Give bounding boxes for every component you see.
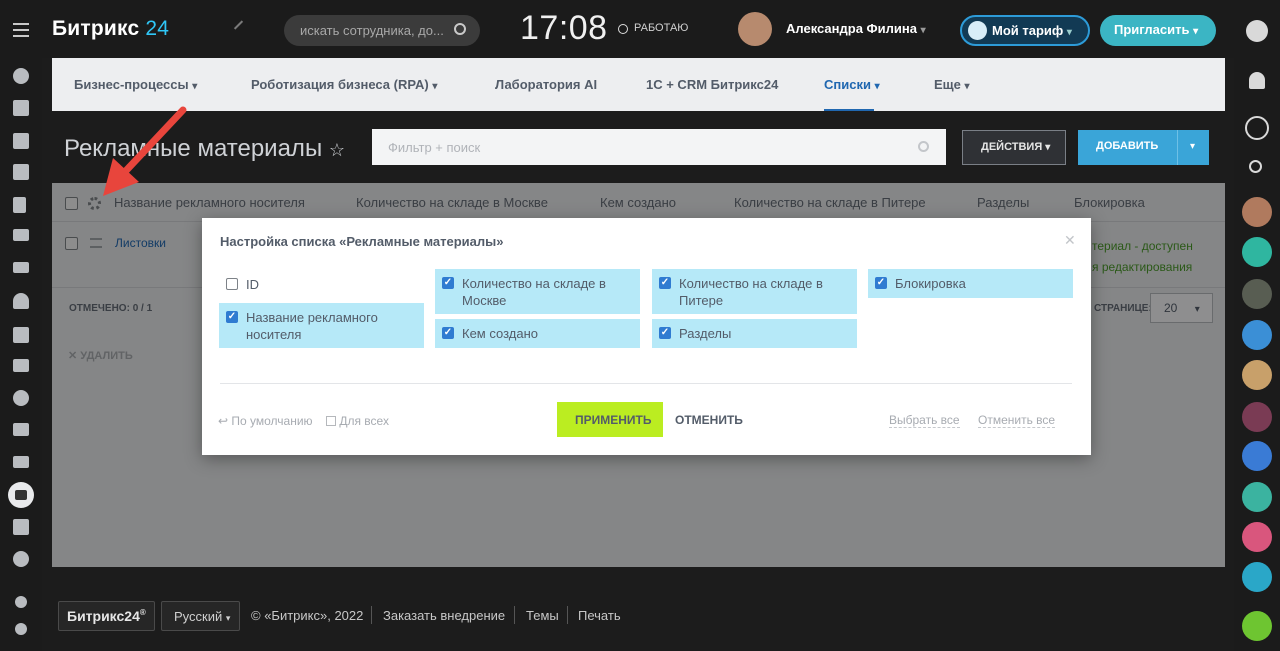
settings-gear-icon[interactable] [15, 623, 27, 635]
drive-icon[interactable] [13, 229, 29, 241]
menu-icon[interactable] [13, 23, 29, 37]
rocket-icon [968, 21, 987, 40]
column-option-created-by[interactable]: ✓ Кем создано [435, 319, 640, 348]
mail-icon[interactable] [13, 262, 29, 273]
robot-icon[interactable] [8, 482, 34, 508]
footer-separator [371, 606, 372, 624]
filter-funnel-icon[interactable] [13, 359, 29, 372]
cancel-button[interactable]: ОТМЕНИТЬ [675, 413, 743, 427]
column-option-moscow-stock[interactable]: ✓ Количество на складе в Москве [435, 269, 640, 314]
deselect-all-link[interactable]: Отменить все [978, 413, 1056, 428]
group-chat-avatar[interactable] [1242, 441, 1272, 471]
add-dropdown-icon[interactable]: ▾ [1177, 130, 1209, 165]
messenger-icon[interactable] [1245, 116, 1269, 140]
call-contact-avatar[interactable] [1242, 320, 1272, 350]
feed-icon[interactable] [13, 68, 29, 84]
option-checkbox[interactable]: ✓ [226, 311, 238, 323]
user-avatar[interactable] [738, 12, 772, 46]
dialog-divider [220, 383, 1072, 384]
contact-avatar[interactable] [1242, 237, 1272, 267]
box-icon[interactable] [13, 519, 29, 535]
header-search-input[interactable]: искать сотрудника, до... [284, 15, 480, 46]
option-checkbox[interactable]: ✓ [659, 277, 671, 289]
actions-button[interactable]: ДЕЙСТВИЯ ▾ [962, 130, 1066, 165]
language-select[interactable]: Русский ▾ [161, 601, 240, 631]
column-option-sections[interactable]: ✓ Разделы [652, 319, 857, 348]
footer-separator [567, 606, 568, 624]
top-navigation: Бизнес-процессы ▾ Роботизация бизнеса (R… [52, 58, 1225, 111]
column-option-name[interactable]: ✓ Название рекламного носителя [219, 303, 424, 348]
reset-default-link[interactable]: ↩ По умолчанию [218, 414, 313, 428]
contact-avatar[interactable] [1242, 279, 1272, 309]
order-implementation-link[interactable]: Заказать внедрение [383, 608, 505, 623]
themes-link[interactable]: Темы [526, 608, 559, 623]
work-status-icon [618, 24, 628, 34]
select-all-link[interactable]: Выбрать все [889, 413, 960, 428]
favorite-star-icon[interactable]: ☆ [329, 140, 345, 160]
contact-avatar[interactable] [1242, 402, 1272, 432]
documents-icon[interactable] [13, 197, 26, 213]
work-status[interactable]: РАБОТАЮ [634, 22, 688, 34]
nav-ai-lab[interactable]: Лаборатория AI [495, 77, 597, 92]
option-checkbox[interactable]: ✓ [442, 277, 454, 289]
more-chevron-icon[interactable] [13, 551, 29, 567]
nav-lists[interactable]: Списки ▾ [824, 77, 880, 92]
cart-icon[interactable] [13, 423, 29, 436]
employees-icon[interactable] [13, 293, 29, 309]
contact-avatar[interactable] [1242, 562, 1272, 592]
target-icon[interactable] [13, 390, 29, 406]
search-icon[interactable] [454, 23, 466, 35]
column-option-id[interactable]: ID [219, 270, 424, 299]
nav-rpa[interactable]: Роботизация бизнеса (RPA) ▾ [251, 77, 437, 92]
filter-search-icon[interactable] [918, 141, 929, 152]
copyright: © «Битрикс», 2022 [251, 608, 364, 623]
filter-search-input[interactable]: Фильтр + поиск [372, 129, 946, 165]
nav-1c-crm[interactable]: 1С + CRM Битрикс24 [646, 77, 778, 92]
apply-button[interactable]: ПРИМЕНИТЬ [557, 402, 663, 437]
option-checkbox[interactable]: ✓ [875, 277, 887, 289]
notifications-bell-icon[interactable] [1249, 72, 1265, 89]
phone-call-icon[interactable] [1242, 611, 1272, 641]
right-search-icon[interactable] [1249, 160, 1262, 173]
app-logo[interactable]: Битрикс 24 [52, 17, 169, 41]
checklist-icon[interactable] [13, 327, 29, 343]
column-option-piter-stock[interactable]: ✓ Количество на складе в Питере [652, 269, 857, 314]
list-settings-dialog: Настройка списка «Рекламные материалы» ✕… [202, 218, 1091, 455]
nav-business-processes[interactable]: Бизнес-процессы ▾ [74, 77, 197, 92]
invite-button[interactable]: Пригласить ▾ [1100, 15, 1216, 46]
contact-avatar[interactable] [1242, 197, 1272, 227]
option-checkbox[interactable]: ✓ [659, 327, 671, 339]
contact-avatar[interactable] [1242, 522, 1272, 552]
help-icon[interactable] [1246, 20, 1268, 42]
close-icon[interactable]: ✕ [1064, 232, 1076, 249]
annotation-arrow [103, 106, 187, 196]
tasks-icon[interactable] [13, 100, 29, 116]
clock-time[interactable]: 17:08 [520, 9, 608, 48]
calendar-icon[interactable] [13, 164, 29, 180]
chat-icon[interactable] [13, 133, 29, 149]
footer-logo[interactable]: Битрикс24® [58, 601, 155, 631]
nav-more[interactable]: Еще ▾ [934, 77, 970, 92]
left-sidebar [0, 0, 42, 651]
right-sidebar [1234, 0, 1280, 651]
contact-avatar[interactable] [1242, 360, 1272, 390]
column-option-blocking[interactable]: ✓ Блокировка [868, 269, 1073, 298]
option-checkbox[interactable] [226, 278, 238, 290]
user-name[interactable]: Александра Филина ▾ [786, 21, 926, 36]
footer-separator [514, 606, 515, 624]
print-link[interactable]: Печать [578, 608, 621, 623]
nav-active-underline [824, 109, 874, 111]
contact-card-icon[interactable] [13, 456, 29, 468]
for-all-checkbox[interactable]: Для всех [326, 414, 389, 428]
sitemap-icon[interactable] [15, 596, 27, 608]
option-checkbox[interactable]: ✓ [442, 327, 454, 339]
dialog-title: Настройка списка «Рекламные материалы» [220, 234, 504, 249]
contact-avatar[interactable] [1242, 482, 1272, 512]
